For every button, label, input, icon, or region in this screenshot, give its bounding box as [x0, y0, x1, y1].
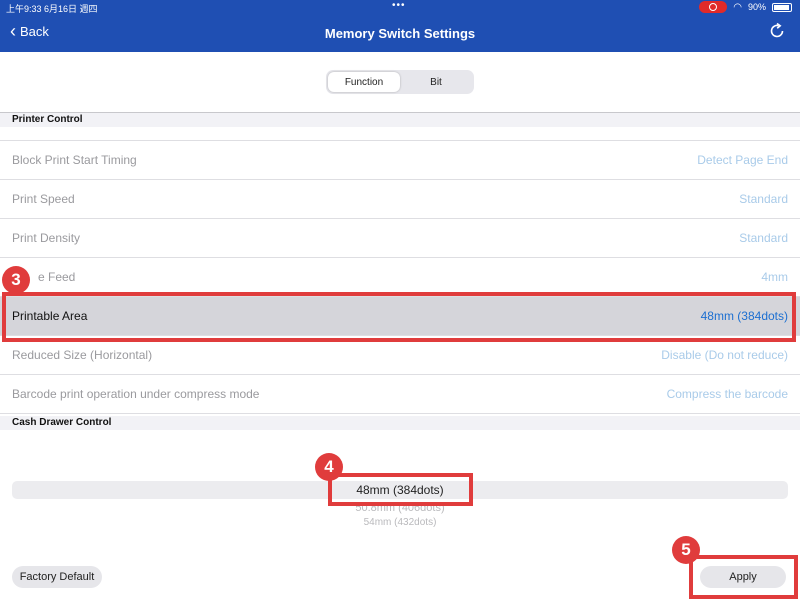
wifi-icon: ◠: [733, 1, 742, 13]
setting-label: Print Speed: [12, 192, 75, 206]
page-title: Memory Switch Settings: [324, 26, 476, 41]
setting-value: Disable (Do not reduce): [661, 348, 788, 362]
battery-percent: 90%: [747, 2, 766, 12]
setting-label: Reduced Size (Horizontal): [12, 348, 153, 362]
header-bar: 上午9:33 6月16日 週四 ••• ◠ 90% ‹ Back Memory …: [0, 0, 800, 52]
callout-badge-5: 5: [672, 536, 700, 564]
multitask-dots-icon: •••: [392, 0, 406, 11]
section-header-cash-drawer-control: Cash Drawer Control: [0, 416, 800, 430]
setting-row-block-print-start-timing[interactable]: Block Print Start Timing Detect Page End: [0, 141, 800, 180]
callout-badge-3: 3: [2, 266, 30, 294]
setting-value: 4mm: [761, 270, 788, 284]
factory-default-button[interactable]: Factory Default: [12, 566, 102, 588]
settings-list: Printer Control Block Print Start Timing…: [0, 112, 800, 434]
setting-value: Detect Page End: [697, 153, 788, 167]
setting-label: Block Print Start Timing: [12, 153, 137, 167]
refresh-icon[interactable]: [768, 22, 786, 40]
app-screen: 上午9:33 6月16日 週四 ••• ◠ 90% ‹ Back Memory …: [0, 0, 800, 600]
setting-value: Standard: [739, 192, 788, 206]
section-header-printer-control: Printer Control: [0, 113, 800, 127]
highlight-box-picker: [328, 473, 473, 506]
status-bar: 上午9:33 6月16日 週四 ••• ◠ 90%: [0, 0, 800, 14]
setting-row-print-speed[interactable]: Print Speed Standard: [0, 180, 800, 219]
picker-option[interactable]: 54mm (432dots): [0, 517, 800, 528]
callout-badge-4: 4: [315, 453, 343, 481]
tab-bit[interactable]: Bit: [400, 72, 472, 92]
setting-label: Barcode print operation under compress m…: [12, 387, 260, 401]
status-time-date: 上午9:33 6月16日 週四: [6, 4, 98, 14]
setting-label: e Feed: [38, 270, 76, 284]
highlight-box-apply: [689, 555, 798, 599]
function-bit-segmented-control: Function Bit: [326, 70, 474, 94]
setting-row-print-density[interactable]: Print Density Standard: [0, 219, 800, 258]
setting-label: Print Density: [12, 231, 81, 245]
highlight-box-printable-area: [2, 292, 796, 342]
setting-row-barcode-compress-mode[interactable]: Barcode print operation under compress m…: [0, 375, 800, 414]
status-right: ◠ 90%: [699, 1, 792, 13]
screen-record-icon: [699, 1, 728, 13]
setting-value: Compress the barcode: [666, 387, 788, 401]
setting-value: Standard: [739, 231, 788, 245]
battery-icon: [772, 2, 792, 12]
section-spacer: [0, 127, 800, 141]
tab-function[interactable]: Function: [328, 72, 400, 92]
